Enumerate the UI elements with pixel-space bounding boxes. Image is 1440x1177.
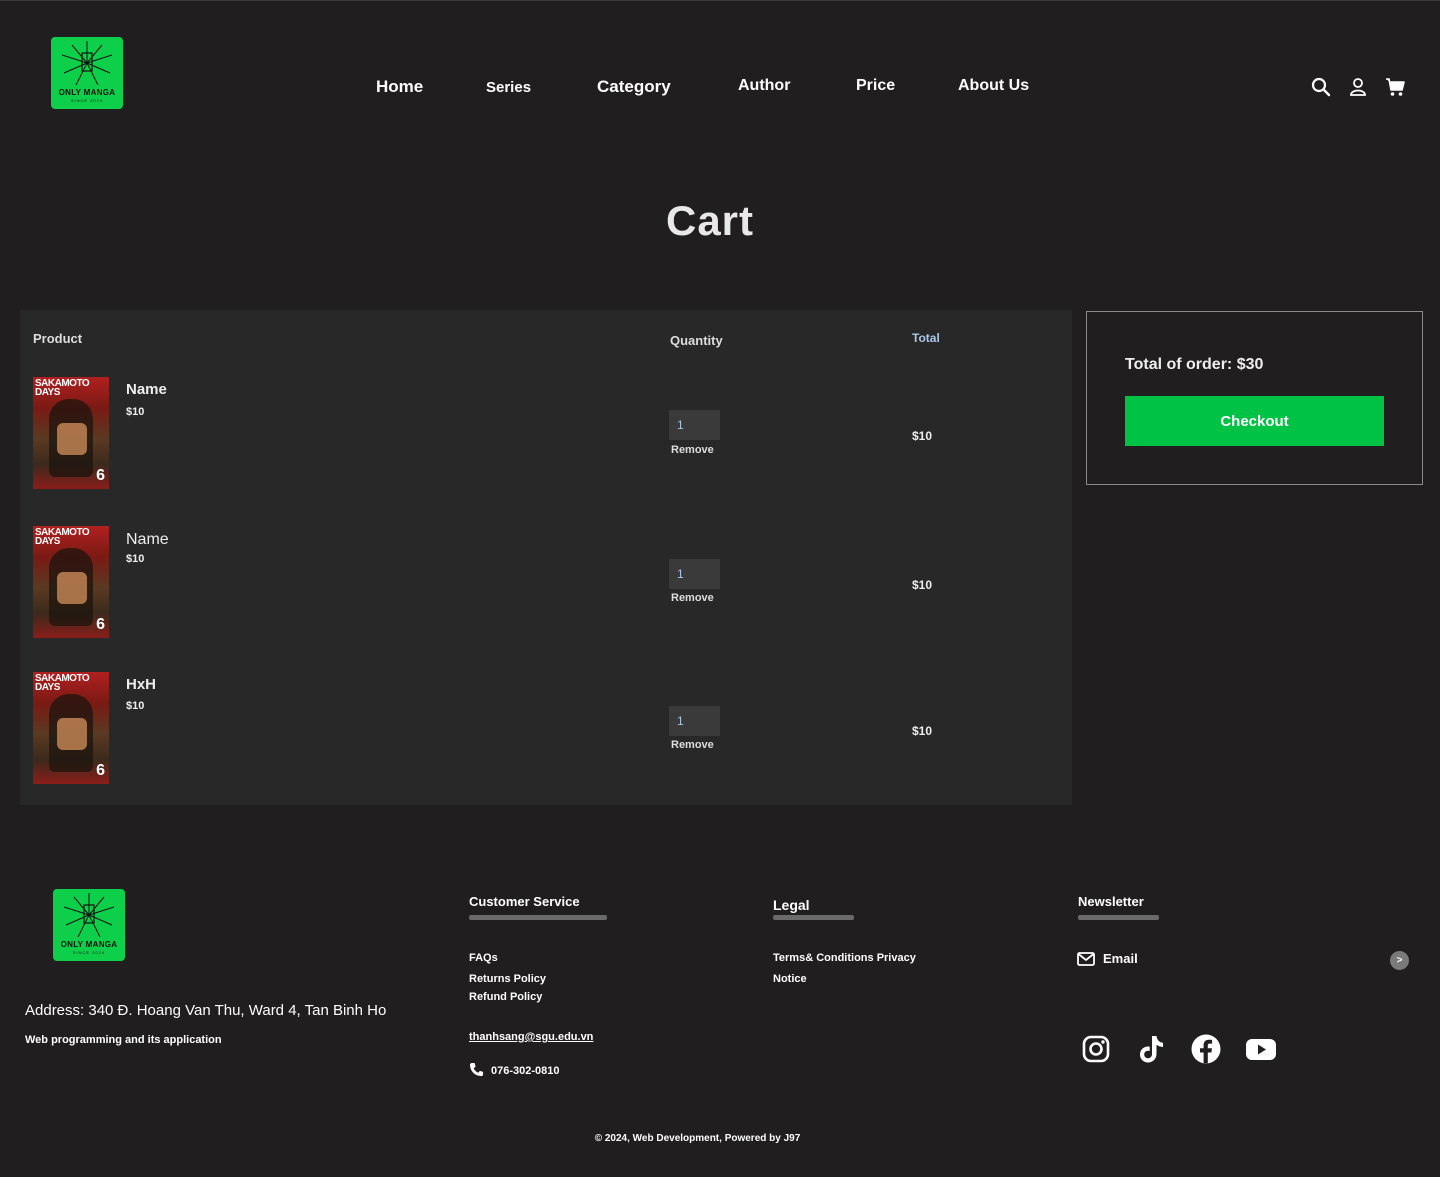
site-logo[interactable]: ONLY MANGA SINCE 2024 <box>51 37 123 109</box>
cart-table: Product Quantity Total SAKAMOTO DAYS 6 N… <box>20 310 1072 805</box>
heading-underline <box>469 915 607 920</box>
envelope-icon <box>1077 952 1095 966</box>
facebook-icon[interactable] <box>1190 1033 1222 1065</box>
cover-volume: 6 <box>96 616 105 633</box>
footer-logo[interactable]: ONLY MANGA SINCE 2024 <box>53 889 125 961</box>
cover-figure-hands <box>57 718 87 750</box>
order-summary: Total of order: $30 Checkout <box>1086 311 1423 485</box>
cover-volume: 6 <box>96 762 105 779</box>
phone-icon <box>469 1062 484 1077</box>
link-notice[interactable]: Notice <box>773 973 807 985</box>
product-cover-image[interactable]: SAKAMOTO DAYS 6 <box>33 526 109 638</box>
logo-burst-icon <box>64 893 114 937</box>
checkout-button[interactable]: Checkout <box>1125 396 1384 446</box>
search-icon[interactable] <box>1311 77 1331 97</box>
nav-category[interactable]: Category <box>597 77 671 97</box>
cover-title: SAKAMOTO DAYS <box>35 527 90 547</box>
newsletter-email-input[interactable]: Email <box>1103 951 1138 966</box>
logo-text: ONLY MANGA <box>60 940 118 949</box>
column-header-total: Total <box>912 331 940 345</box>
page-title: Cart <box>665 197 755 244</box>
link-returns-policy[interactable]: Returns Policy <box>469 973 546 985</box>
logo-since: SINCE 2024 <box>72 950 106 955</box>
cart-icon[interactable] <box>1385 77 1405 97</box>
column-header-product: Product <box>33 331 83 346</box>
logo-burst-icon <box>62 41 112 85</box>
product-name[interactable]: Name <box>126 531 169 549</box>
remove-button[interactable]: Remove <box>671 592 714 604</box>
contact-phone: 076-302-0810 <box>491 1065 560 1077</box>
column-header-quantity: Quantity <box>670 333 723 348</box>
tiktok-icon[interactable] <box>1135 1033 1167 1065</box>
link-faqs[interactable]: FAQs <box>469 952 498 964</box>
newsletter-submit-button[interactable]: > <box>1390 951 1409 970</box>
nav-about-us[interactable]: About Us <box>958 77 1029 95</box>
remove-button[interactable]: Remove <box>671 739 714 751</box>
product-price: $10 <box>126 553 145 565</box>
cover-figure-hands <box>57 572 87 604</box>
row-total: $10 <box>912 578 933 592</box>
nav-author[interactable]: Author <box>738 77 790 95</box>
cover-title: SAKAMOTO DAYS <box>35 673 90 693</box>
nav-series[interactable]: Series <box>486 79 531 96</box>
heading-underline <box>1078 915 1159 920</box>
user-icon[interactable] <box>1348 77 1368 97</box>
product-cover-image[interactable]: SAKAMOTO DAYS 6 <box>33 377 109 489</box>
instagram-icon[interactable] <box>1080 1033 1112 1065</box>
quantity-input[interactable] <box>669 706 720 736</box>
newsletter-heading: Newsletter <box>1078 894 1144 909</box>
youtube-icon[interactable] <box>1245 1033 1277 1065</box>
link-refund-policy[interactable]: Refund Policy <box>469 991 542 1003</box>
link-terms-privacy[interactable]: Terms& Conditions Privacy <box>773 952 916 964</box>
product-price: $10 <box>126 700 145 712</box>
product-cover-image[interactable]: SAKAMOTO DAYS 6 <box>33 672 109 784</box>
footer-tagline: Web programming and its application <box>25 1034 222 1046</box>
customer-service-heading: Customer Service <box>469 894 580 909</box>
quantity-input[interactable] <box>669 410 720 440</box>
contact-email-link[interactable]: thanhsang@sgu.edu.vn <box>469 1031 593 1043</box>
cover-volume: 6 <box>96 467 105 484</box>
cover-title: SAKAMOTO DAYS <box>35 378 90 398</box>
logo-text: ONLY MANGA <box>58 88 116 97</box>
nav-home[interactable]: Home <box>376 77 423 97</box>
logo-since: SINCE 2024 <box>70 98 104 103</box>
quantity-input[interactable] <box>669 559 720 589</box>
product-name[interactable]: Name <box>126 381 167 398</box>
legal-heading: Legal <box>773 897 810 913</box>
heading-underline <box>773 915 854 920</box>
row-total: $10 <box>912 724 933 738</box>
footer-address: Address: 340 Đ. Hoang Van Thu, Ward 4, T… <box>25 1002 387 1019</box>
row-total: $10 <box>912 429 933 443</box>
order-total: Total of order: $30 <box>1125 356 1264 373</box>
product-price: $10 <box>126 406 145 418</box>
remove-button[interactable]: Remove <box>671 444 714 456</box>
copyright: © 2024, Web Development, Powered by J97 <box>594 1133 801 1144</box>
nav-price[interactable]: Price <box>856 77 895 95</box>
cover-figure-hands <box>57 423 87 455</box>
product-name[interactable]: HxH <box>126 676 156 693</box>
